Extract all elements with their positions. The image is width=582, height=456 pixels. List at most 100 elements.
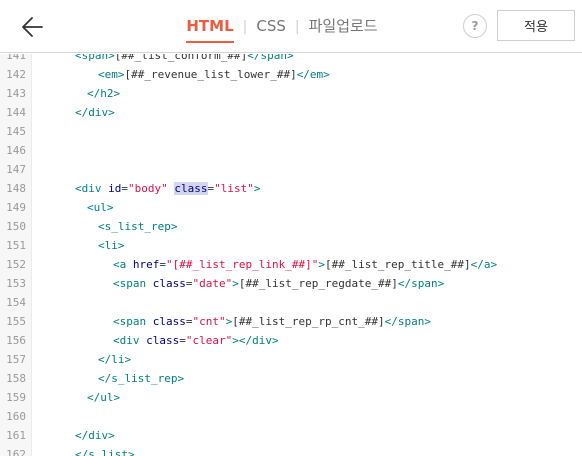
code-token: [##_list_rep_title_##] bbox=[324, 258, 471, 271]
code-line[interactable]: 145 bbox=[0, 122, 582, 141]
editor-header: HTML | CSS | 파일업로드 ? 적용 bbox=[0, 0, 582, 53]
code-line[interactable]: 159 </ul> bbox=[0, 388, 582, 407]
code-token: = bbox=[121, 182, 128, 195]
code-token: </em> bbox=[296, 68, 330, 81]
code-line[interactable]: 162 </s_list> bbox=[0, 445, 582, 456]
code-text: </h2> bbox=[87, 84, 120, 103]
line-number: 159 bbox=[6, 391, 26, 404]
code-token: id bbox=[108, 182, 122, 195]
code-line[interactable]: 153 <span class="date">[##_list_rep_regda… bbox=[0, 274, 582, 293]
code-line[interactable]: 149 <ul> bbox=[0, 198, 582, 217]
code-text: <a href="[##_list_rep_link_##]">[##_list… bbox=[113, 255, 497, 274]
code-line[interactable]: 148 <div id="body" class="list"> bbox=[0, 179, 582, 198]
line-number: 152 bbox=[6, 258, 26, 271]
line-number: 160 bbox=[6, 410, 26, 423]
help-button[interactable]: ? bbox=[463, 14, 487, 38]
code-text: </li> bbox=[98, 350, 131, 369]
line-number: 157 bbox=[6, 353, 26, 366]
tab-html[interactable]: HTML bbox=[186, 0, 234, 53]
code-token: [##_list_rep_rp_cnt_##] bbox=[232, 315, 385, 328]
code-line[interactable]: 147 bbox=[0, 160, 582, 179]
code-text: <span class="cnt">[##_list_rep_rp_cnt_##… bbox=[113, 312, 431, 331]
code-token: [##_list_conform_##] bbox=[114, 54, 248, 62]
code-token: <s_list_rep> bbox=[98, 220, 178, 233]
code-token: = bbox=[185, 277, 193, 290]
code-line[interactable]: 161 </div> bbox=[0, 426, 582, 445]
code-line[interactable]: 160 bbox=[0, 407, 582, 426]
code-editor[interactable]: 141 <span>[##_list_conform_##]</span> 142 <… bbox=[0, 54, 582, 456]
line-number: 161 bbox=[6, 429, 26, 442]
line-number: 150 bbox=[6, 220, 26, 233]
code-token: "date" bbox=[192, 277, 233, 290]
back-button[interactable] bbox=[18, 12, 48, 42]
code-token: </s_list_rep> bbox=[98, 372, 185, 385]
code-token: </span> bbox=[397, 277, 445, 290]
code-line[interactable]: 143 </h2> bbox=[0, 84, 582, 103]
code-token: </div> bbox=[75, 106, 115, 119]
tab-file-upload[interactable]: 파일업로드 bbox=[309, 0, 378, 53]
line-number: 148 bbox=[6, 182, 26, 195]
line-number: 144 bbox=[6, 106, 26, 119]
line-number: 156 bbox=[6, 334, 26, 347]
code-token: </ul> bbox=[87, 391, 121, 404]
code-text: </div> bbox=[75, 426, 115, 445]
code-line[interactable]: 157 </li> bbox=[0, 350, 582, 369]
code-token: <em> bbox=[98, 68, 125, 81]
code-text: </s_list_rep> bbox=[98, 369, 184, 388]
code-line[interactable]: 152 <a href="[##_list_rep_link_##]">[##_l… bbox=[0, 255, 582, 274]
code-token: = bbox=[159, 258, 166, 271]
line-number: 151 bbox=[6, 239, 26, 252]
code-text: <s_list_rep> bbox=[98, 217, 177, 236]
code-token: [##_revenue_list_lower_##] bbox=[124, 68, 297, 81]
code-text: </ul> bbox=[87, 388, 120, 407]
code-text: </s_list> bbox=[75, 445, 135, 456]
line-number: 153 bbox=[6, 277, 26, 290]
code-token: </li> bbox=[98, 353, 132, 366]
line-number: 146 bbox=[6, 144, 26, 157]
line-number: 143 bbox=[6, 87, 26, 100]
code-line[interactable]: 156 <div class="clear"></div> bbox=[0, 331, 582, 350]
code-token: "list" bbox=[214, 182, 254, 195]
code-token: <ul> bbox=[87, 201, 114, 214]
tab-css[interactable]: CSS bbox=[256, 0, 286, 53]
code-line[interactable]: 158 </s_list_rep> bbox=[0, 369, 582, 388]
code-token: <li> bbox=[98, 239, 125, 252]
code-line[interactable]: 151 <li> bbox=[0, 236, 582, 255]
line-number: 158 bbox=[6, 372, 26, 385]
code-token: ></div> bbox=[232, 334, 279, 347]
code-token: > bbox=[318, 258, 325, 271]
line-number: 142 bbox=[6, 68, 26, 81]
code-text: <span class="date">[##_list_rep_regdate_… bbox=[113, 274, 444, 293]
code-text: <ul> bbox=[87, 198, 114, 217]
code-line[interactable]: 142 <em>[##_revenue_list_lower_##]</em> bbox=[0, 65, 582, 84]
code-token: </s_list> bbox=[75, 448, 135, 456]
code-line[interactable]: 154 bbox=[0, 293, 582, 312]
code-line[interactable]: 155 <span class="cnt">[##_list_rep_rp_cnt… bbox=[0, 312, 582, 331]
line-number: 147 bbox=[6, 163, 26, 176]
code-token: </span> bbox=[247, 54, 294, 62]
code-token: <div bbox=[113, 334, 147, 347]
code-line[interactable]: 146 bbox=[0, 141, 582, 160]
line-number: 155 bbox=[6, 315, 26, 328]
tab-separator: | bbox=[294, 18, 300, 35]
code-line[interactable]: 141 <span>[##_list_conform_##]</span> bbox=[0, 54, 582, 65]
code-token: </div> bbox=[75, 429, 115, 442]
code-token: class bbox=[146, 334, 180, 347]
code-token: = bbox=[179, 334, 186, 347]
code-token: = bbox=[185, 315, 193, 328]
code-text: <em>[##_revenue_list_lower_##]</em> bbox=[98, 65, 330, 84]
code-token: </h2> bbox=[87, 87, 121, 100]
code-line[interactable]: 150 <s_list_rep> bbox=[0, 217, 582, 236]
line-number: 141 bbox=[6, 54, 26, 62]
code-token: <a bbox=[113, 258, 133, 271]
apply-button[interactable]: 적용 bbox=[497, 10, 575, 41]
code-token: "body" bbox=[128, 182, 168, 195]
code-text: <div id="body" class="list"> bbox=[75, 179, 261, 198]
code-token: </span> bbox=[384, 315, 431, 328]
code-token: <span> bbox=[75, 54, 115, 62]
code-token: <span bbox=[113, 277, 153, 290]
code-text: <li> bbox=[98, 236, 125, 255]
code-token: > bbox=[232, 277, 239, 290]
highlighted-token: class bbox=[174, 182, 208, 195]
code-line[interactable]: 144 </div> bbox=[0, 103, 582, 122]
